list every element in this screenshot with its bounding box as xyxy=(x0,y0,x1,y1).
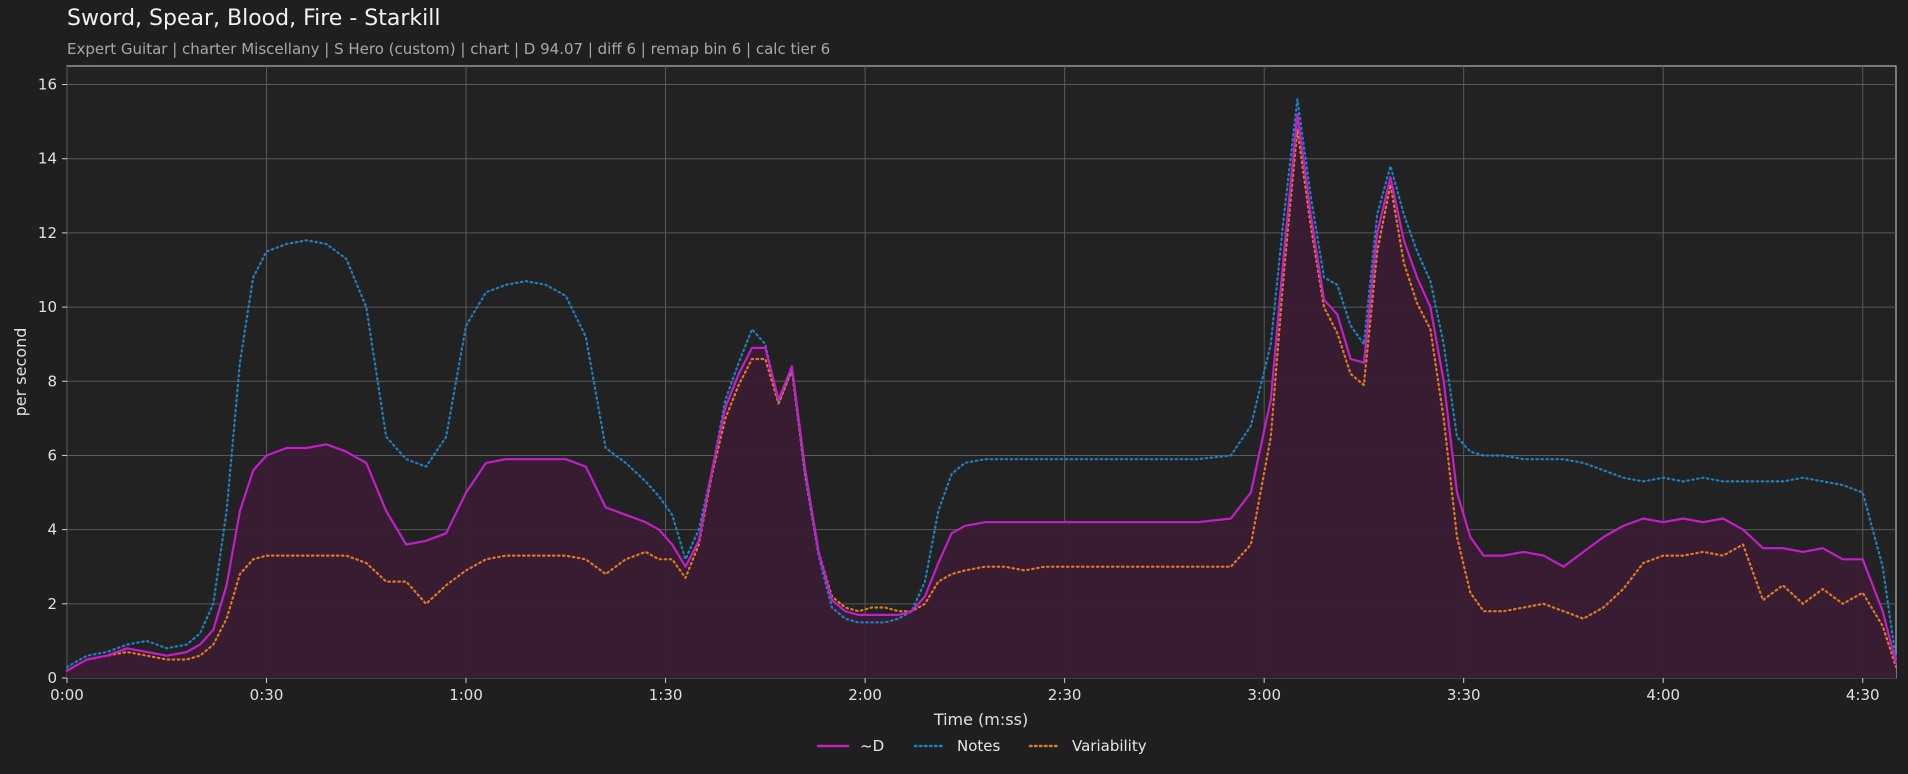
legend-label: Notes xyxy=(957,737,1001,755)
y-axis-label: per second xyxy=(11,328,30,417)
y-tick-label: 12 xyxy=(38,224,57,242)
y-tick-label: 6 xyxy=(47,446,57,464)
y-tick-label: 2 xyxy=(47,595,57,613)
legend-label: ~D xyxy=(860,737,884,755)
x-tick-label: 4:00 xyxy=(1646,686,1680,704)
y-tick-label: 14 xyxy=(38,150,57,168)
difficulty-chart: 0:00 0:30 1:00 1:30 2:00 2:30 3:00 3:30 4:00 4:30… xyxy=(11,65,1898,755)
y-tick-label: 0 xyxy=(47,669,57,687)
x-tick-label: 2:00 xyxy=(848,686,882,704)
y-axis-ticks: 0 2 4 6 8 10 12 14 16 xyxy=(38,76,67,687)
x-tick-label: 0:00 xyxy=(50,686,84,704)
x-axis-ticks: 0:00 0:30 1:00 1:30 2:00 2:30 3:00 3:30 4:00 4:30 xyxy=(50,678,1880,704)
y-tick-label: 10 xyxy=(38,298,57,316)
x-tick-label: 0:30 xyxy=(250,686,284,704)
x-tick-label: 2:30 xyxy=(1048,686,1082,704)
x-tick-label: 1:00 xyxy=(449,686,483,704)
y-tick-label: 8 xyxy=(47,372,57,390)
x-axis-label: Time (m:ss) xyxy=(933,710,1028,729)
x-tick-label: 3:00 xyxy=(1247,686,1281,704)
legend: ~D Notes Variability xyxy=(816,737,1147,755)
x-tick-label: 4:30 xyxy=(1846,686,1880,704)
y-tick-label: 4 xyxy=(47,521,57,539)
x-tick-label: 1:30 xyxy=(649,686,683,704)
x-tick-label: 3:30 xyxy=(1447,686,1481,704)
legend-label: Variability xyxy=(1072,737,1147,755)
y-tick-label: 16 xyxy=(38,76,57,94)
